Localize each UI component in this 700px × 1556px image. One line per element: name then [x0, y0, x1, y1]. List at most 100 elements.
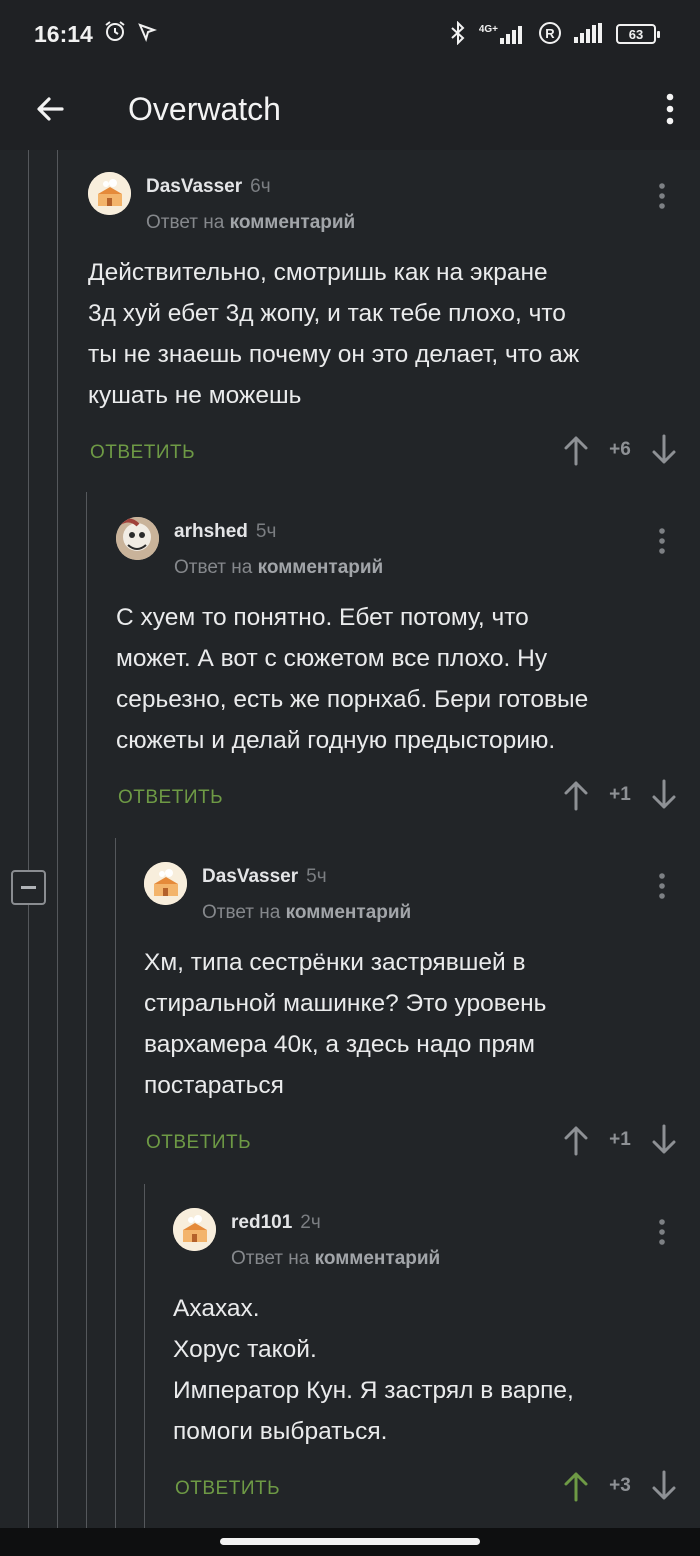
author-name[interactable]: arhshed: [174, 521, 248, 542]
reply-prefix: Ответ на: [231, 1248, 310, 1269]
comment-line: Действительно, смотришь как на экране: [88, 259, 548, 286]
network-type: 4G+: [478, 24, 498, 35]
clock-time: 16:14: [34, 20, 93, 47]
vote-score: +1: [609, 1129, 631, 1150]
location-arrow-icon: [137, 21, 157, 48]
upvote-arrow-icon[interactable]: [562, 1124, 590, 1156]
comment: DasVasser 6ч Ответ на комментарий Действи…: [88, 172, 692, 480]
vote-controls: +6: [562, 430, 678, 470]
comment-more-icon[interactable]: [657, 182, 667, 210]
comment-text: Хм, типа сестрёнки застрявшей в стиральн…: [144, 942, 692, 1106]
battery-level: 63: [628, 26, 644, 42]
downvote-arrow-icon[interactable]: [650, 779, 678, 811]
comment-more-icon[interactable]: [657, 872, 667, 900]
more-vertical-icon: [666, 93, 674, 125]
comment-more-icon[interactable]: [657, 527, 667, 555]
reply-to-line: Ответ на комментарий: [146, 212, 355, 234]
avatar[interactable]: [116, 517, 159, 560]
navigation-bar: [0, 1528, 700, 1556]
comment-more-icon[interactable]: [657, 1218, 667, 1246]
reply-target-link[interactable]: комментарий: [230, 212, 356, 233]
comment: arhshed 5ч Ответ на комментарий С хуем то…: [116, 517, 692, 825]
comment-time: 2ч: [300, 1212, 321, 1233]
reply-target-link[interactable]: комментарий: [258, 557, 384, 578]
comment-text: Действительно, смотришь как на экране 3д…: [88, 252, 692, 416]
vote-score: +3: [609, 1475, 631, 1496]
reply-to-line: Ответ на комментарий: [202, 902, 411, 924]
comment-line: может. А вот с сюжетом все плохо. Ну: [116, 645, 548, 672]
thread-line: [115, 838, 116, 1528]
comment: red101 2ч Ответ на комментарий Ахахах. Хо…: [173, 1208, 692, 1516]
comment-line: сюжеты и делай годную предысторию.: [116, 727, 556, 754]
comment-line: вархамера 40к, а здесь надо прям: [144, 1031, 535, 1058]
overflow-menu-button[interactable]: [640, 68, 700, 150]
comment-author[interactable]: red101 2ч: [231, 1212, 321, 1234]
comment: DasVasser 5ч Ответ на комментарий Хм, тип…: [144, 862, 692, 1170]
comment-time: 6ч: [250, 176, 271, 197]
vote-score: +1: [609, 784, 631, 805]
avatar[interactable]: [144, 862, 187, 905]
downvote-arrow-icon[interactable]: [650, 434, 678, 466]
reply-to-line: Ответ на комментарий: [174, 557, 383, 579]
comments-feed[interactable]: DasVasser 6ч Ответ на комментарий Действи…: [0, 150, 700, 1528]
roaming-icon: R: [538, 21, 562, 48]
vote-controls: +1: [562, 775, 678, 815]
alarm-icon: [103, 19, 127, 49]
svg-text:R: R: [545, 26, 555, 41]
upvote-arrow-icon[interactable]: [562, 1470, 590, 1502]
comment-line: серьезно, есть же порнхаб. Бери готовые: [116, 686, 589, 713]
comment-text: Ахахах. Хорус такой. Император Кун. Я за…: [173, 1288, 692, 1452]
thread-line: [57, 150, 58, 1528]
avatar[interactable]: [88, 172, 131, 215]
comment-author[interactable]: DasVasser 6ч: [146, 176, 271, 198]
app-bar: Overwatch: [0, 68, 700, 150]
back-button[interactable]: [0, 68, 100, 150]
avatar[interactable]: [173, 1208, 216, 1251]
arrow-left-icon: [37, 97, 64, 121]
comment-author[interactable]: DasVasser 5ч: [202, 866, 327, 888]
upvote-arrow-icon[interactable]: [562, 779, 590, 811]
downvote-arrow-icon[interactable]: [650, 1124, 678, 1156]
comment-author[interactable]: arhshed 5ч: [174, 521, 276, 543]
author-name[interactable]: DasVasser: [202, 866, 298, 887]
comment-line: стиральной машинке? Это уровень: [144, 990, 547, 1017]
author-name[interactable]: DasVasser: [146, 176, 242, 197]
comment-text: С хуем то понятно. Ебет потому, что може…: [116, 597, 692, 761]
comment-line: Император Кун. Я застрял в варпе,: [173, 1377, 574, 1404]
comment-time: 5ч: [255, 521, 277, 542]
comment-line: кушать не можешь: [88, 382, 302, 409]
cellular-signal-icon: 4G+: [479, 24, 526, 44]
comment-line: ты не знаешь почему он это делает, что а…: [88, 341, 580, 368]
reply-prefix: Ответ на: [202, 902, 281, 923]
status-bar: 16:14 4G+ R 63: [0, 0, 700, 68]
comment-line: Хорус такой.: [173, 1336, 317, 1363]
thread-line: [86, 492, 87, 1528]
comment-line: постараться: [144, 1072, 284, 1099]
reply-button[interactable]: ОТВЕТИТЬ: [146, 1132, 251, 1154]
reply-button[interactable]: ОТВЕТИТЬ: [118, 787, 223, 809]
upvote-arrow-icon[interactable]: [562, 434, 590, 466]
home-indicator[interactable]: [220, 1538, 480, 1545]
comment-line: С хуем то понятно. Ебет потому, что: [116, 604, 529, 631]
thread-line: [28, 150, 29, 1528]
cellular-signal-2-icon: [574, 22, 604, 46]
author-name[interactable]: red101: [231, 1212, 292, 1233]
minus-icon: [21, 886, 36, 889]
reply-button[interactable]: ОТВЕТИТЬ: [175, 1478, 280, 1500]
thread-line: [144, 1184, 145, 1528]
reply-button[interactable]: ОТВЕТИТЬ: [90, 442, 195, 464]
reply-prefix: Ответ на: [174, 557, 253, 578]
reply-target-link[interactable]: комментарий: [286, 902, 412, 923]
comment-line: Хм, типа сестрёнки застрявшей в: [144, 949, 526, 976]
comment-time: 5ч: [306, 866, 327, 887]
vote-score: +6: [609, 439, 631, 460]
comment-line: Ахахах.: [173, 1295, 260, 1322]
downvote-arrow-icon[interactable]: [650, 1470, 678, 1502]
collapse-thread-button[interactable]: [11, 870, 46, 905]
reply-prefix: Ответ на: [146, 212, 225, 233]
reply-target-link[interactable]: комментарий: [315, 1248, 441, 1269]
page-title: Overwatch: [128, 90, 281, 127]
battery-indicator: 63: [616, 24, 660, 44]
vote-controls: +3: [562, 1466, 678, 1506]
vote-controls: +1: [562, 1120, 678, 1160]
